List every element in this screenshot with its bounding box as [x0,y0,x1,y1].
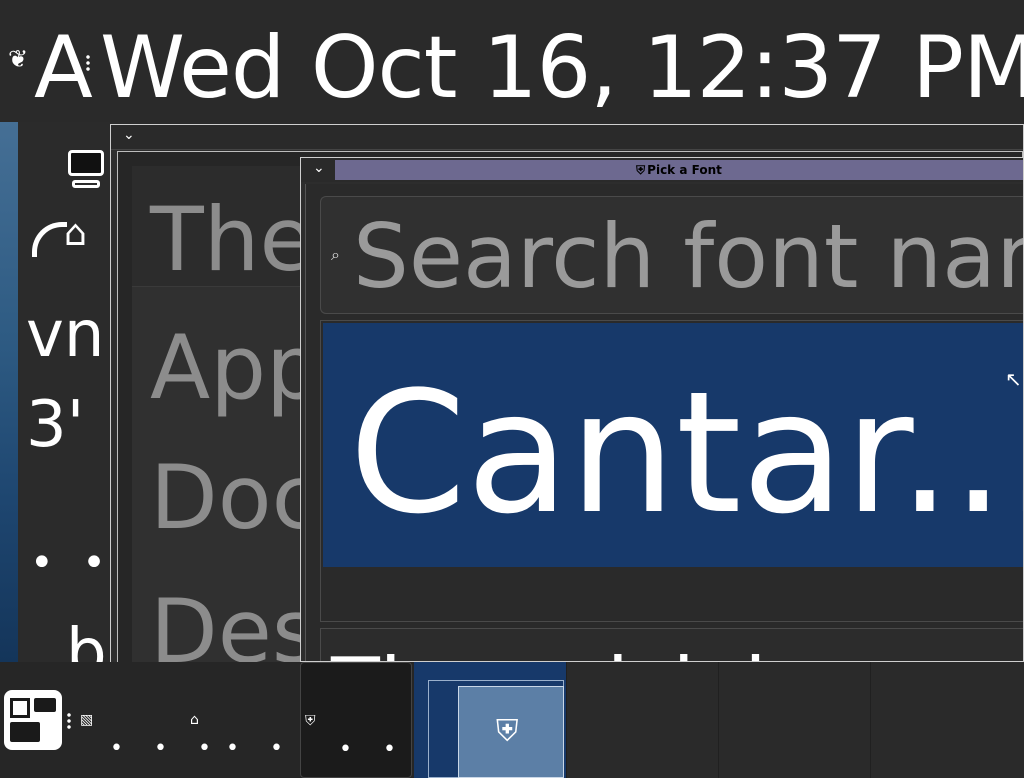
image-viewer-icon: ▧ [80,712,94,728]
computer-icon[interactable] [66,148,106,192]
dock-grip-handle[interactable] [67,712,71,730]
font-search-box[interactable]: ⌕ [320,196,1023,314]
pick-font-dialog[interactable]: ⌄ ⛨Pick a Font ⌕ Cantar... ↖ The quick b… [300,157,1024,662]
home-folder-icon[interactable]: ⌂ [64,214,108,254]
dialog-title-text: Pick a Font [647,163,722,177]
dialog-titlebar[interactable]: ⌄ ⛨ Pick a Font [301,158,1023,182]
font-name-label: Cantar... [349,355,1024,551]
mouse-pointer-icon: ↖ [1005,367,1022,391]
search-icon: ⌕ [331,245,340,264]
desktop-label-vn: vn [26,298,105,372]
workspace-thumbnail[interactable] [566,662,719,778]
activities-icon[interactable]: ❦ [8,44,34,74]
bottom-dock: ▧ • • • ⌂ • • • ⛨ • • • ⛨ [0,662,1024,778]
dialog-body: ⌕ Cantar... ↖ The quick br [305,184,1023,661]
panel-app-label[interactable]: A [34,18,93,118]
sidebar-item-doc[interactable]: Doc [150,446,320,549]
sidebar-item-app[interactable]: App [150,316,322,419]
desktop-arc-decoration [32,222,67,257]
background-sidebar: The App Doc Des [132,166,322,683]
panel-clock[interactable]: Wed Oct 16, 12:37 PM [100,18,1024,118]
shield-icon: ⛨ [305,713,316,729]
workspace-thumbnail-active[interactable]: ⛨ [414,662,566,778]
dialog-title-bar-fill[interactable]: ⛨ Pick a Font [335,160,1023,180]
shield-icon: ⛨ [496,714,519,749]
background-window-titlebar[interactable]: ⌄ [111,125,1023,150]
desktop-wallpaper [0,122,18,662]
app-launcher-button[interactable] [4,690,62,750]
dock-item-home[interactable]: ⌂ • • • [186,662,327,778]
panel-grip-handle[interactable] [86,54,90,72]
dock-item-font-picker[interactable]: ⛨ • • • [300,662,440,778]
window-menu-chevron-icon[interactable]: ⌄ [313,160,325,176]
desktop-label-3: 3' [26,388,85,462]
window-menu-chevron-icon[interactable]: ⌄ [123,127,135,143]
font-preview-text: The quick br [331,643,828,662]
workspace-thumbnail[interactable] [718,662,871,778]
desktop-icons-area: ⌂ vn 3' • • • b [18,122,158,690]
dialog-title: ⛨ Pick a Font [335,160,1023,180]
background-search-text: The [150,188,314,291]
font-list[interactable]: Cantar... ↖ [320,320,1023,622]
font-preview-area[interactable]: The quick br [320,628,1023,662]
font-search-input[interactable] [351,205,1023,307]
workspace-thumbnail[interactable] [870,662,1024,778]
dock-item-image-viewer[interactable]: ▧ • • • [76,662,211,778]
shield-icon: ⛨ [636,163,646,177]
home-icon: ⌂ [190,712,199,728]
font-list-item-selected[interactable]: Cantar... ↖ [323,323,1023,567]
top-panel: ❦ A Wed Oct 16, 12:37 PM [0,0,1024,122]
